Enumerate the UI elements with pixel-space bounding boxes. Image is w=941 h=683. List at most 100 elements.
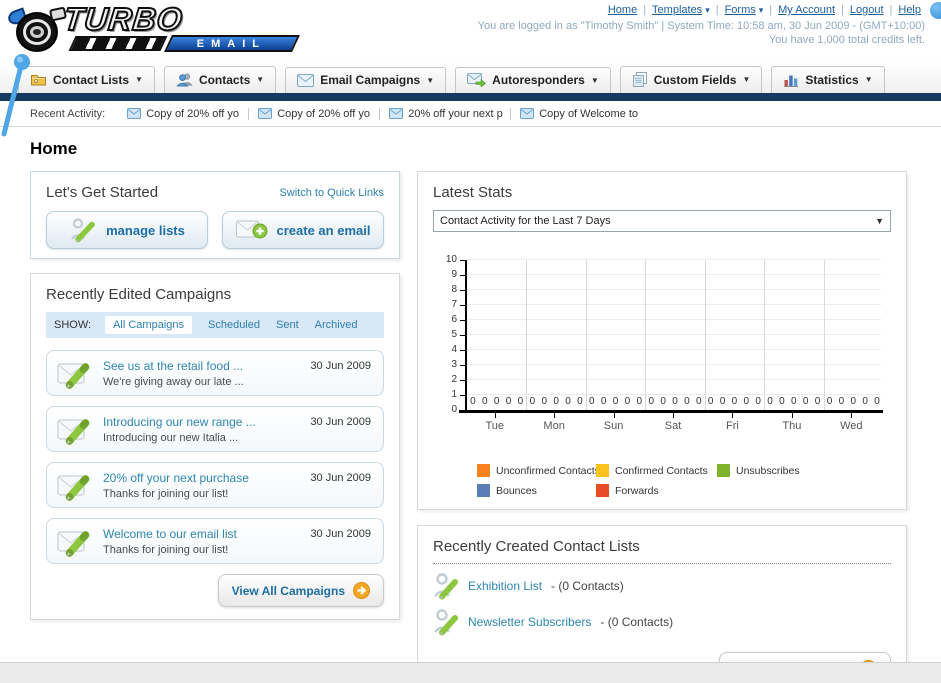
tab-email-campaigns[interactable]: Email Campaigns ▼ <box>285 67 447 93</box>
x-axis-label: Fri <box>726 420 739 432</box>
link-separator: | <box>769 4 773 16</box>
navy-divider-bar <box>0 93 941 101</box>
chart-value-label: 0 <box>826 396 833 407</box>
y-axis-label: 5 <box>451 329 457 340</box>
chart-plot-area: 00000000000000000000000000000000000 <box>465 259 881 410</box>
stats-activity-selected-value: Contact Activity for the Last 7 Days <box>440 215 611 227</box>
x-axis-tick <box>851 413 853 418</box>
top-link-my-account[interactable]: My Account <box>778 4 835 16</box>
contact-list-name-link[interactable]: Newsletter Subscribers <box>468 615 591 629</box>
x-axis-tick <box>613 413 615 418</box>
chart-value-label: 0 <box>660 396 666 407</box>
view-all-campaigns-button[interactable]: View All Campaigns <box>217 574 384 607</box>
y-axis-label: 0 <box>451 404 457 415</box>
tab-autoresponders[interactable]: Autoresponders ▼ <box>455 67 611 93</box>
campaign-filters: All Campaigns Scheduled Sent Archived <box>105 316 357 334</box>
y-axis-label: 4 <box>451 344 457 355</box>
chart-value-label: 0 <box>814 396 821 407</box>
chart-gridline <box>467 364 881 365</box>
chart-value-label: 0 <box>505 396 512 407</box>
recent-activity-item[interactable]: Copy of 20% off yo <box>258 107 381 120</box>
filter-archived[interactable]: Archived <box>315 319 358 331</box>
arrow-circle-icon <box>353 582 370 599</box>
top-link-forms[interactable]: Forms ▾ <box>725 4 764 16</box>
contact-list-name-link[interactable]: Exhibition List <box>468 579 542 593</box>
campaign-list-item[interactable]: See us at the retail food ... We're givin… <box>46 350 384 396</box>
legend-label: Unsubscribes <box>736 464 800 477</box>
manage-lists-button[interactable]: manage lists <box>46 211 208 249</box>
recent-activity-item[interactable]: Copy of Welcome to <box>520 108 642 120</box>
chart-legend: Unconfirmed Contacts Confirmed Contacts Un… <box>477 464 891 497</box>
filter-scheduled[interactable]: Scheduled <box>208 319 260 331</box>
campaign-list-item[interactable]: Introducing our new range ... Introducing… <box>46 406 384 452</box>
envelope-icon <box>389 108 404 119</box>
top-link-logout[interactable]: Logout <box>850 4 884 16</box>
switch-to-quick-links-link[interactable]: Switch to Quick Links <box>279 187 384 199</box>
recent-activity-item[interactable]: Copy of 20% off yo <box>127 107 250 120</box>
link-separator: | <box>889 4 893 16</box>
chart-group-separator <box>704 260 706 410</box>
envelope-icon <box>127 108 142 119</box>
chevron-down-icon: ▾ <box>758 5 764 15</box>
recent-activity-item[interactable]: 20% off your next p <box>389 107 512 120</box>
campaign-date: 30 Jun 2009 <box>310 528 371 540</box>
tab-label: Statistics <box>805 72 859 87</box>
tab-label: Custom Fields <box>653 72 737 87</box>
contact-list-item[interactable]: Exhibition List - (0 Contacts) <box>433 572 891 600</box>
top-links: Home | Templates ▾ | Forms ▾ | My Account | Logout… <box>478 4 925 16</box>
turbo-swirl-icon <box>6 6 68 54</box>
get-started-panel: Let's Get Started Switch to Quick Links … <box>30 171 400 259</box>
view-all-campaigns-label: View All Campaigns <box>231 583 345 598</box>
campaign-date: 30 Jun 2009 <box>310 360 371 372</box>
chart-value-label: 0 <box>589 396 595 407</box>
chart-value-label: 0 <box>636 396 643 407</box>
filter-sent[interactable]: Sent <box>276 319 299 331</box>
chart-gridline <box>467 379 881 380</box>
chart-value-label: 0 <box>779 396 785 407</box>
contact-list-item[interactable]: Newsletter Subscribers - (0 Contacts) <box>433 608 891 636</box>
top-link-help[interactable]: Help <box>898 4 921 16</box>
y-axis-tick <box>460 335 465 336</box>
folder-icon <box>30 72 47 87</box>
chart-value-label: 0 <box>874 396 880 407</box>
chart-group-separator <box>526 260 528 410</box>
chart-value-label: 0 <box>850 396 857 407</box>
app-logo[interactable]: TURBO EMAIL <box>6 0 300 54</box>
contact-list-items: Exhibition List - (0 Contacts) Newsletter … <box>433 572 891 636</box>
latest-stats-panel: Latest Stats Contact Activity for the La… <box>417 171 907 510</box>
recent-activity-items: Copy of 20% off yo Copy of 20% off yo 20% … <box>127 107 651 120</box>
login-info: You are logged in as "Timothy Smith" | S… <box>477 20 925 32</box>
top-link-templates[interactable]: Templates ▾ <box>652 4 710 16</box>
y-axis-tick <box>460 365 465 366</box>
chart-value-label: 0 <box>684 396 690 407</box>
filter-all-campaigns[interactable]: All Campaigns <box>105 316 192 334</box>
tab-custom-fields[interactable]: Custom Fields ▼ <box>619 66 763 93</box>
legend-item: Unconfirmed Contacts <box>477 464 600 477</box>
stats-activity-select[interactable]: Contact Activity for the Last 7 Days ▼ <box>433 210 891 232</box>
campaign-list-item[interactable]: Welcome to our email list Thanks for join… <box>46 518 384 564</box>
tab-contacts[interactable]: Contacts ▼ <box>163 66 277 93</box>
y-axis-label: 8 <box>451 284 457 295</box>
legend-item: Forwards <box>596 484 717 497</box>
chart-value-label: 0 <box>553 396 559 407</box>
chevron-down-icon: ▼ <box>256 75 265 84</box>
chart-value-label: 0 <box>767 396 773 407</box>
main-navigation: Contact Lists ▼ Contacts ▼ Email Campaigns ▼ A… <box>0 62 941 93</box>
chart-value-label: 0 <box>695 396 702 407</box>
tab-contact-lists[interactable]: Contact Lists ▼ <box>18 66 155 93</box>
chart-value-labels: 00000 <box>526 396 585 407</box>
chart-value-label: 0 <box>577 396 583 407</box>
envelope-pencil-icon <box>57 357 93 389</box>
create-an-email-button[interactable]: create an email <box>222 211 384 249</box>
y-axis-label: 6 <box>451 314 457 325</box>
get-started-buttons: manage lists create an email <box>46 211 384 249</box>
chart-value-label: 0 <box>802 396 809 407</box>
tab-statistics[interactable]: Statistics ▼ <box>771 66 885 93</box>
campaign-list-item[interactable]: 20% off your next purchase Thanks for joi… <box>46 462 384 508</box>
credits-info: You have 1,000 total credits left. <box>768 34 925 46</box>
x-axis-tick <box>494 413 496 418</box>
y-axis-tick <box>460 380 465 381</box>
top-link-home[interactable]: Home <box>608 4 637 16</box>
header-right: Home | Templates ▾ | Forms ▾ | My Account | Logout… <box>478 4 925 46</box>
campaign-list: See us at the retail food ... We're givin… <box>46 350 384 564</box>
